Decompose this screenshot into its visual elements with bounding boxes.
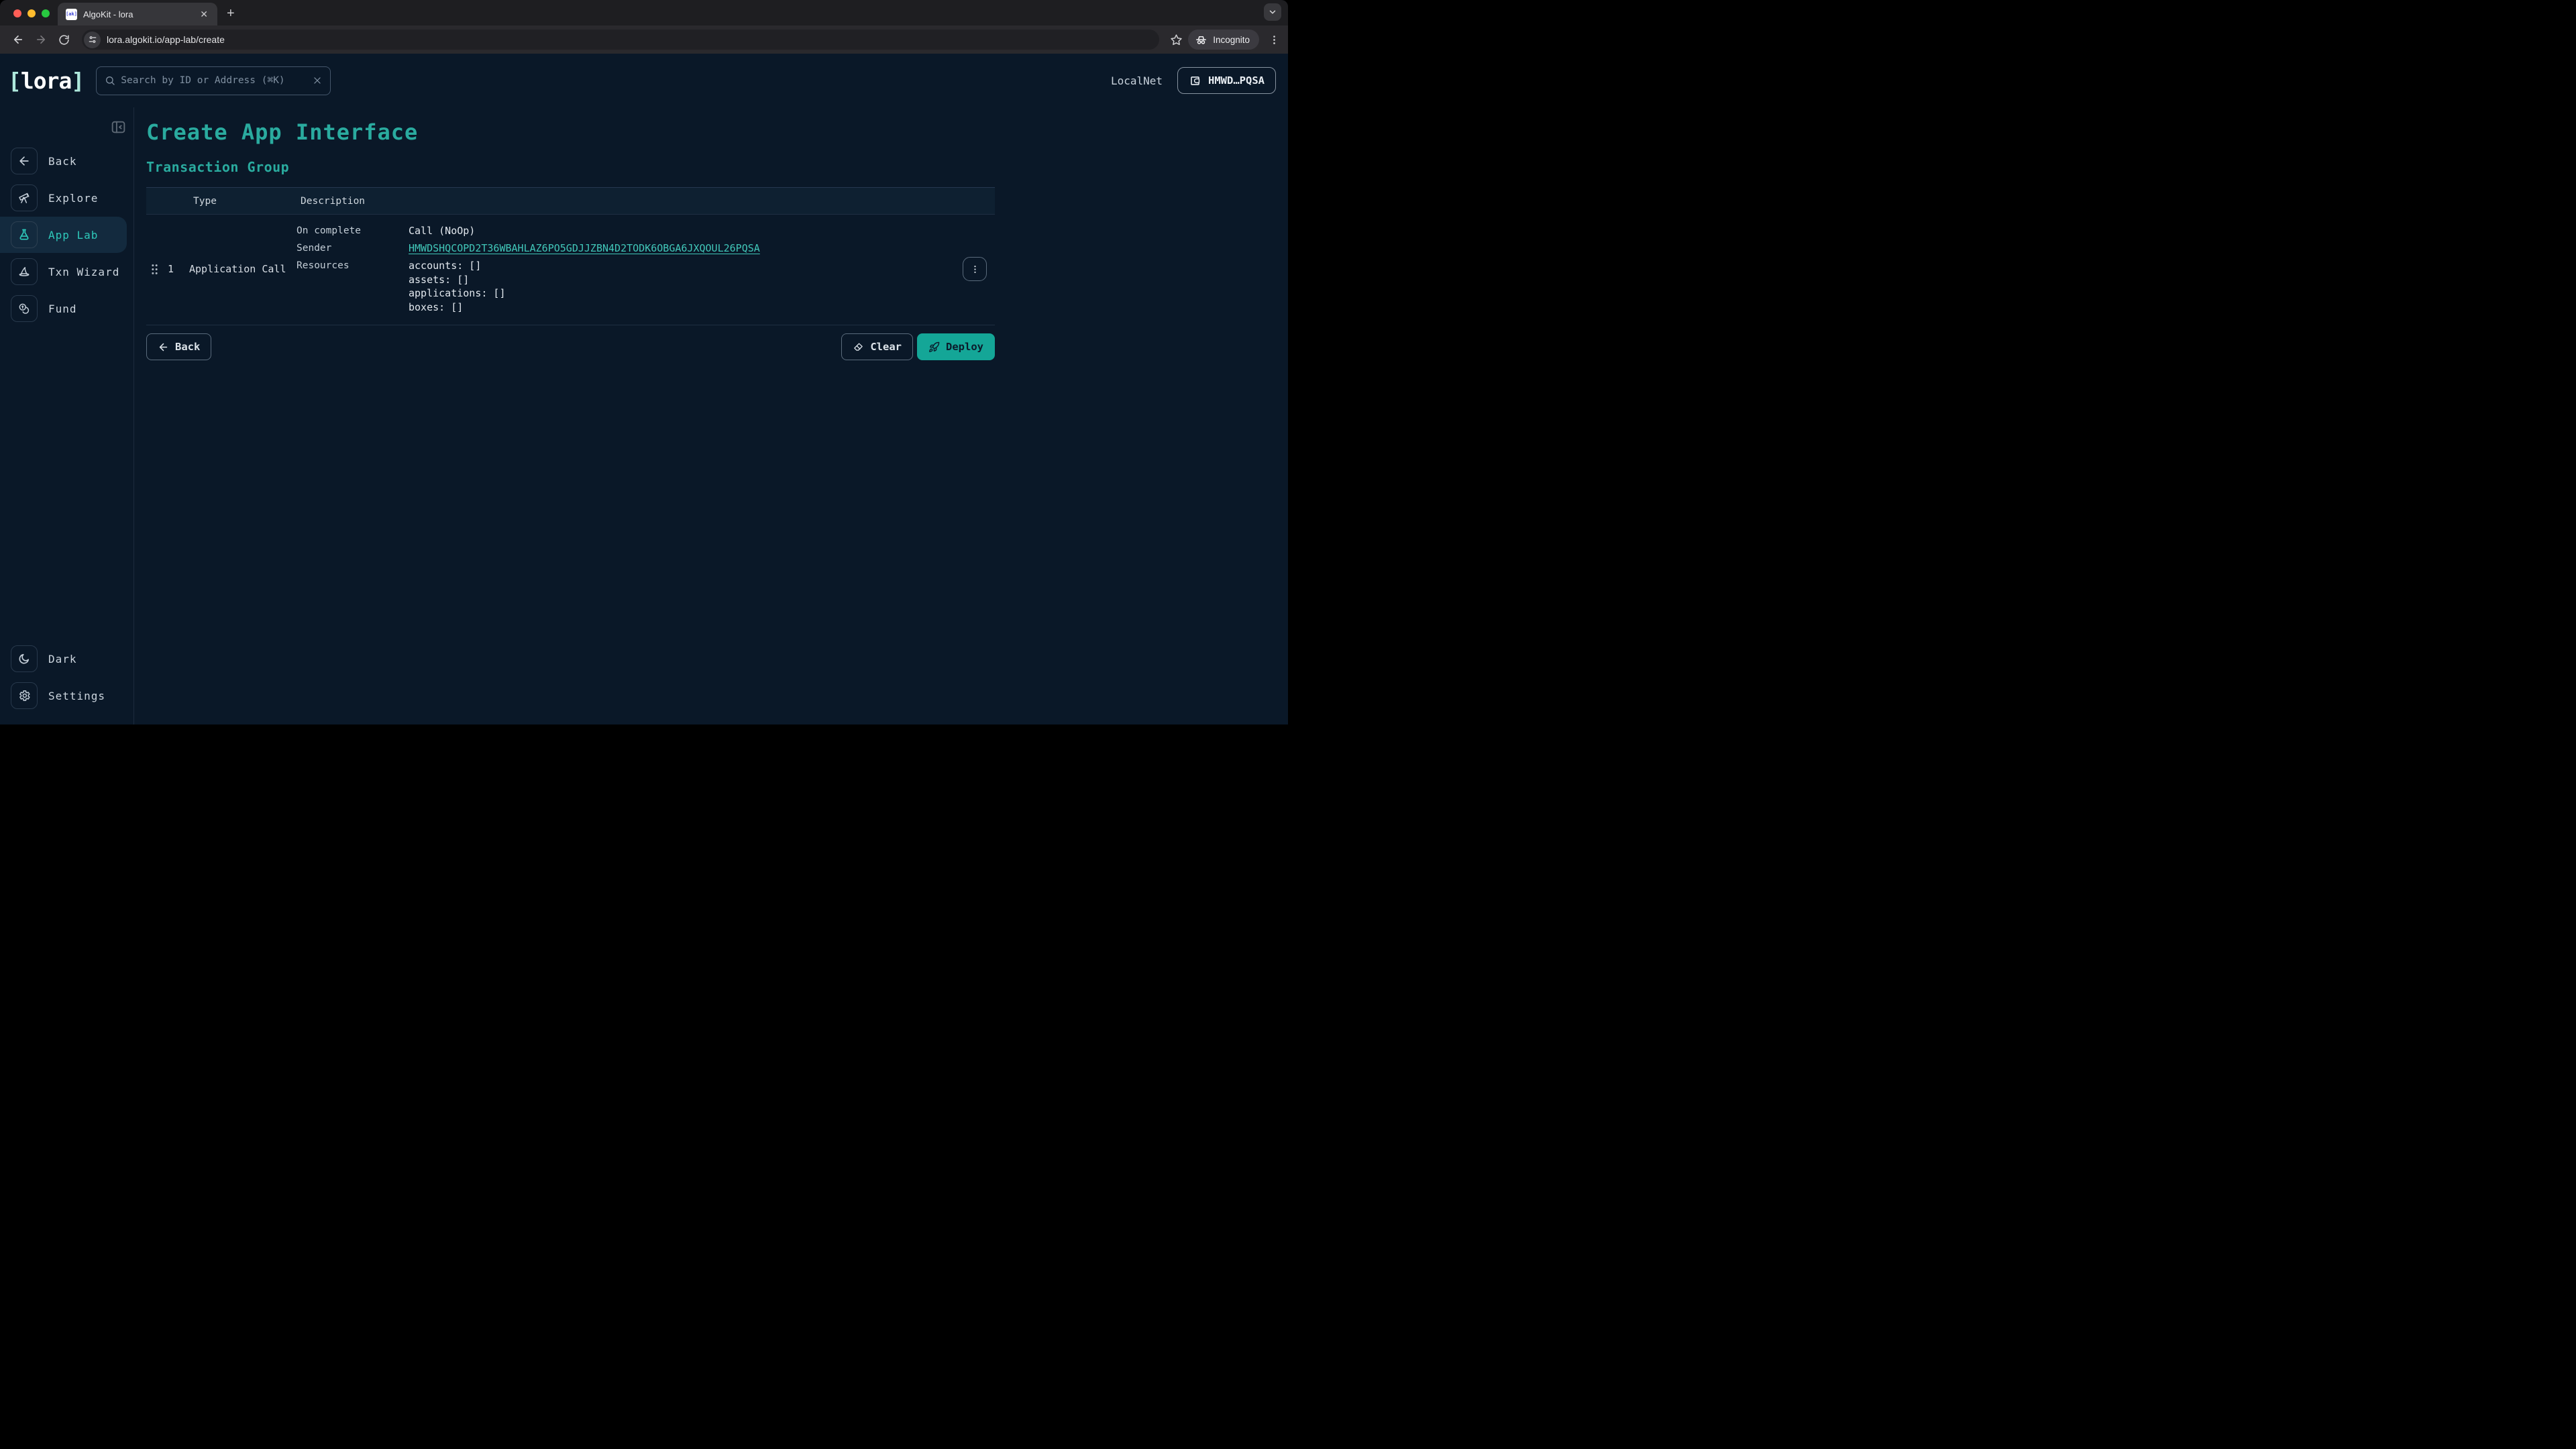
browser-window: [ak] AlgoKit - lora ✕ + lora.algokit.io/…: [0, 0, 1288, 724]
new-tab-button[interactable]: +: [227, 6, 235, 21]
header-right: LocalNet HMWD…PQSA: [1111, 67, 1276, 94]
search-box[interactable]: [96, 66, 331, 95]
collapse-sidebar-button[interactable]: [110, 119, 127, 136]
row-description: On complete Call (NoOp) Sender HMWDSHQCO…: [297, 224, 955, 314]
clear-button[interactable]: Clear: [841, 333, 913, 360]
sidebar-item-label: Settings: [48, 690, 105, 702]
moon-icon: [17, 652, 31, 665]
chevron-down-icon: [1268, 7, 1277, 17]
wallet-icon: [1189, 74, 1201, 87]
flask-icon: [17, 228, 31, 241]
sidebar-item-label: Txn Wizard: [48, 266, 119, 278]
row-menu-button[interactable]: [963, 257, 987, 281]
sidebar-nav: Back Explore App Lab Txn Wizard: [0, 147, 133, 331]
kebab-menu-icon: [1269, 34, 1280, 46]
sidebar-item-explore[interactable]: Explore: [0, 184, 133, 212]
browser-toolbar: lora.algokit.io/app-lab/create Incognito: [0, 25, 1288, 54]
bookmark-button[interactable]: [1170, 34, 1183, 46]
browser-tab[interactable]: [ak] AlgoKit - lora ✕: [58, 3, 217, 25]
telescope-icon: [17, 191, 31, 205]
browser-menu-button[interactable]: [1269, 34, 1280, 46]
sidebar: Back Explore App Lab Txn Wizard: [0, 107, 134, 724]
sidebar-item-label: Fund: [48, 303, 77, 315]
url-bar[interactable]: lora.algokit.io/app-lab/create: [82, 30, 1159, 50]
app-header: [lora] LocalNet HMWD…PQSA: [0, 54, 1288, 107]
wallet-address: HMWD…PQSA: [1208, 74, 1265, 87]
tune-icon: [88, 35, 97, 44]
sidebar-item-label: Dark: [48, 653, 77, 665]
sidebar-item-label: Back: [48, 155, 77, 168]
main-content: Create App Interface Transaction Group T…: [134, 107, 1288, 724]
table-header-row: Type Description: [146, 188, 995, 215]
search-icon: [105, 75, 115, 86]
wizard-hat-icon: [17, 265, 31, 278]
app-body: Back Explore App Lab Txn Wizard: [0, 107, 1288, 724]
sidebar-item-back[interactable]: Back: [0, 147, 133, 175]
column-header-type: Type: [189, 196, 297, 207]
row-type: Application Call: [189, 263, 297, 275]
star-icon: [1170, 34, 1183, 46]
field-label: Sender: [297, 241, 409, 256]
tab-strip: [ak] AlgoKit - lora ✕ +: [0, 0, 1288, 25]
deploy-button[interactable]: Deploy: [917, 333, 995, 360]
rocket-icon: [928, 341, 940, 353]
minimize-window-button[interactable]: [28, 9, 36, 17]
coins-icon: [17, 302, 31, 315]
gear-icon: [17, 689, 31, 702]
page-title: Create App Interface: [146, 119, 995, 145]
column-header-description: Description: [297, 196, 409, 207]
tab-search-chevron-button[interactable]: [1264, 3, 1281, 21]
incognito-icon: [1195, 34, 1208, 46]
table-row: 1 Application Call On complete Call (NoO…: [146, 215, 995, 325]
transaction-group-table: Type Description 1 Application Call On: [146, 187, 995, 325]
kebab-menu-icon: [970, 264, 980, 274]
sidebar-item-fund[interactable]: Fund: [0, 294, 133, 323]
field-value-on-complete: Call (NoOp): [409, 224, 955, 238]
tab-title: AlgoKit - lora: [83, 9, 197, 19]
browser-forward-button[interactable]: [31, 30, 51, 50]
close-window-button[interactable]: [13, 9, 21, 17]
browser-reload-button[interactable]: [54, 30, 74, 50]
field-label: On complete: [297, 224, 409, 238]
clear-search-icon[interactable]: [313, 76, 322, 85]
sidebar-item-app-lab[interactable]: App Lab: [0, 217, 127, 253]
sidebar-item-label: Explore: [48, 192, 98, 205]
fullscreen-window-button[interactable]: [42, 9, 50, 17]
sidebar-item-txn-wizard[interactable]: Txn Wizard: [0, 258, 133, 286]
grip-dots-icon: [151, 264, 158, 275]
url-text: lora.algokit.io/app-lab/create: [107, 34, 225, 45]
search-input[interactable]: [121, 75, 307, 86]
incognito-label: Incognito: [1213, 35, 1250, 45]
wallet-button[interactable]: HMWD…PQSA: [1177, 67, 1276, 94]
arrow-left-icon: [158, 341, 169, 353]
field-label: Resources: [297, 259, 409, 273]
eraser-icon: [853, 341, 864, 353]
row-index: 1: [162, 263, 189, 275]
site-settings-button[interactable]: [84, 32, 101, 48]
lora-logo[interactable]: [lora]: [8, 68, 84, 94]
collapse-panel-icon: [110, 119, 127, 136]
tab-favicon: [ak]: [66, 9, 77, 20]
arrow-left-icon: [17, 154, 31, 168]
sidebar-item-theme-dark[interactable]: Dark: [0, 645, 133, 673]
section-title: Transaction Group: [146, 159, 995, 175]
back-button[interactable]: Back: [146, 333, 211, 360]
sidebar-item-settings[interactable]: Settings: [0, 682, 133, 710]
lora-app: [lora] LocalNet HMWD…PQSA: [0, 54, 1288, 724]
tab-close-icon[interactable]: ✕: [197, 7, 211, 21]
sidebar-footer: Dark Settings: [0, 645, 133, 710]
arrow-left-icon: [12, 34, 24, 46]
sidebar-item-label: App Lab: [48, 229, 98, 241]
incognito-badge: Incognito: [1188, 30, 1259, 50]
browser-back-button[interactable]: [8, 30, 28, 50]
arrow-right-icon: [35, 34, 47, 46]
reload-icon: [58, 34, 70, 46]
form-actions: Back Clear Deploy: [146, 333, 995, 360]
field-value-resources: accounts: [] assets: [] applications: []…: [409, 259, 955, 314]
sender-address-link[interactable]: HMWDSHQCOPD2T36WBAHLAZ6PO5GDJJZBN4D2TODK…: [409, 242, 760, 254]
drag-handle[interactable]: [151, 264, 158, 275]
network-label[interactable]: LocalNet: [1111, 74, 1163, 87]
traffic-lights: [13, 9, 50, 17]
